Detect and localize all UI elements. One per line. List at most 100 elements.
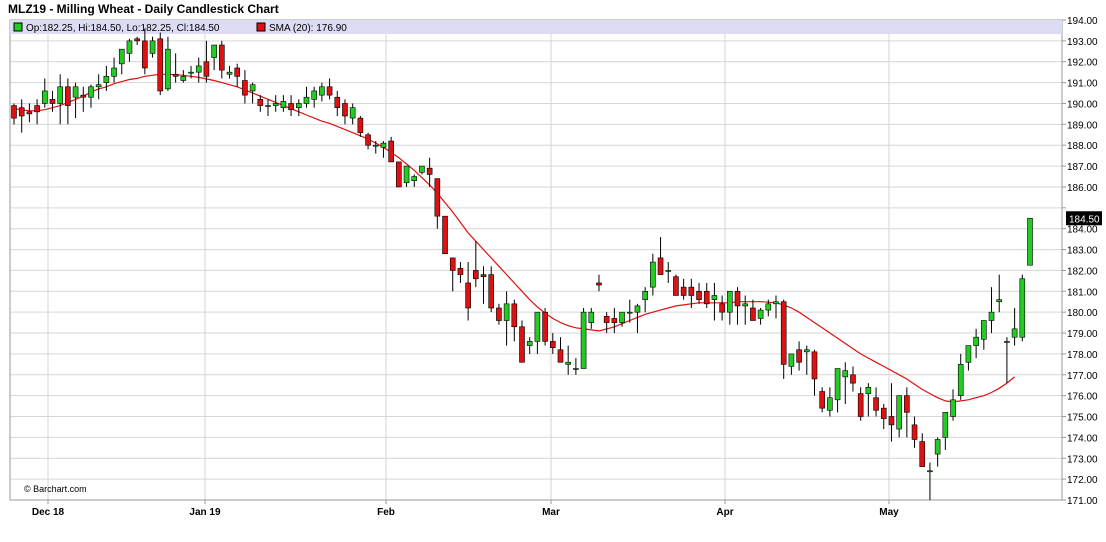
- candle-down: [18, 107, 25, 117]
- candle-up: [965, 345, 972, 363]
- candle-up: [927, 470, 933, 473]
- candle-up: [788, 353, 795, 367]
- candle-down: [49, 99, 56, 104]
- last-price-label: 184.50: [1069, 214, 1100, 225]
- candle-up: [349, 107, 356, 119]
- candle-down: [65, 86, 71, 106]
- candle-up: [295, 103, 302, 108]
- candle-up: [226, 71, 233, 75]
- x-tick-label: Feb: [377, 507, 395, 518]
- x-tick-label: May: [879, 507, 899, 518]
- candle-down: [434, 178, 441, 217]
- y-tick-label: 189.00: [1067, 120, 1098, 131]
- candle-down: [719, 303, 725, 313]
- candle-up: [503, 303, 510, 321]
- candle-down: [488, 274, 495, 309]
- candle-up: [711, 295, 718, 300]
- candle-down: [880, 407, 887, 419]
- candle-down: [557, 349, 564, 363]
- candle-up: [195, 65, 202, 73]
- candle-down: [696, 291, 702, 300]
- candle-down: [496, 307, 502, 321]
- candle-up: [41, 90, 48, 104]
- candle-down: [850, 374, 856, 384]
- y-tick-label: 176.00: [1067, 392, 1098, 403]
- candle-up: [757, 309, 764, 319]
- grid-layer: [10, 19, 1062, 501]
- x-tick-label: Apr: [716, 507, 733, 518]
- candle-down: [511, 303, 518, 328]
- candle-up: [311, 90, 317, 100]
- candle-up: [149, 40, 156, 54]
- candle-up: [834, 368, 841, 401]
- candle-up: [280, 101, 287, 108]
- candle-up: [118, 48, 125, 65]
- candle-up: [319, 86, 325, 96]
- candle-down: [257, 99, 264, 106]
- candle-down: [734, 291, 741, 307]
- ohlc-legend: Op:182.25, Hi:184.50, Lo:182.25, Cl:184.…: [26, 23, 220, 34]
- y-tick-label: 172.00: [1067, 475, 1098, 486]
- candle-up: [526, 341, 533, 346]
- candle-up: [896, 395, 902, 430]
- y-tick-label: 186.00: [1067, 183, 1098, 194]
- candle-down: [673, 276, 679, 296]
- candle-down: [134, 38, 140, 42]
- candle-up: [727, 291, 733, 313]
- candle-down: [219, 44, 225, 71]
- candle-up: [1004, 341, 1010, 343]
- candle-down: [542, 311, 548, 342]
- candle-up: [803, 349, 810, 353]
- legend-panel: Op:182.25, Hi:184.50, Lo:182.25, Cl:184.…: [10, 20, 1062, 34]
- candle-down: [234, 67, 241, 77]
- candle-up: [650, 261, 656, 288]
- candle-down: [611, 318, 618, 323]
- candle-up: [165, 48, 171, 90]
- candle-down: [442, 215, 448, 255]
- candle-up: [419, 165, 425, 173]
- candle-up: [981, 320, 987, 340]
- y-axis: 171.00 172.00 173.00 174.00 175.00 176.00 177.…: [1062, 16, 1098, 507]
- candle-up: [1011, 328, 1018, 338]
- candle-down: [157, 38, 164, 92]
- candle-down: [326, 86, 333, 96]
- candle-down: [811, 351, 818, 380]
- candle-up: [111, 67, 117, 77]
- candle-down: [426, 167, 433, 175]
- y-tick-label: 194.00: [1067, 16, 1098, 27]
- candle-down: [796, 349, 802, 363]
- candle-up: [765, 303, 772, 311]
- candle-down: [26, 111, 33, 115]
- candle-up: [988, 311, 995, 321]
- candle-up: [303, 96, 310, 104]
- candle-down: [365, 134, 371, 146]
- candle-layer: [11, 28, 1033, 500]
- y-tick-label: 180.00: [1067, 308, 1098, 319]
- candle-down: [819, 391, 825, 409]
- candle-up: [180, 76, 187, 81]
- candle-up: [619, 311, 625, 323]
- y-tick-label: 187.00: [1067, 162, 1098, 173]
- candle-up: [380, 142, 387, 148]
- x-tick-label: Jan 19: [189, 507, 221, 518]
- y-tick-label: 184.00: [1067, 225, 1098, 236]
- candle-down: [873, 397, 879, 411]
- y-tick-label: 182.00: [1067, 266, 1098, 277]
- candle-up: [842, 370, 849, 378]
- ohlc-swatch: [13, 22, 23, 32]
- candle-up: [565, 361, 571, 365]
- candle-up: [642, 291, 648, 300]
- candle-down: [480, 274, 487, 277]
- candle-up: [827, 397, 833, 411]
- y-tick-label: 171.00: [1067, 496, 1098, 507]
- candle-down: [596, 282, 602, 286]
- candle-down: [911, 424, 918, 440]
- candle-up: [996, 299, 1003, 303]
- x-axis: Dec 18 Jan 19 Feb Mar Apr May: [32, 500, 899, 518]
- candle-up: [634, 305, 641, 313]
- candle-down: [203, 61, 210, 77]
- x-tick-label: Dec 18: [32, 507, 65, 518]
- candle-up: [534, 311, 541, 342]
- y-tick-label: 177.00: [1067, 371, 1098, 382]
- candle-up: [1027, 217, 1033, 266]
